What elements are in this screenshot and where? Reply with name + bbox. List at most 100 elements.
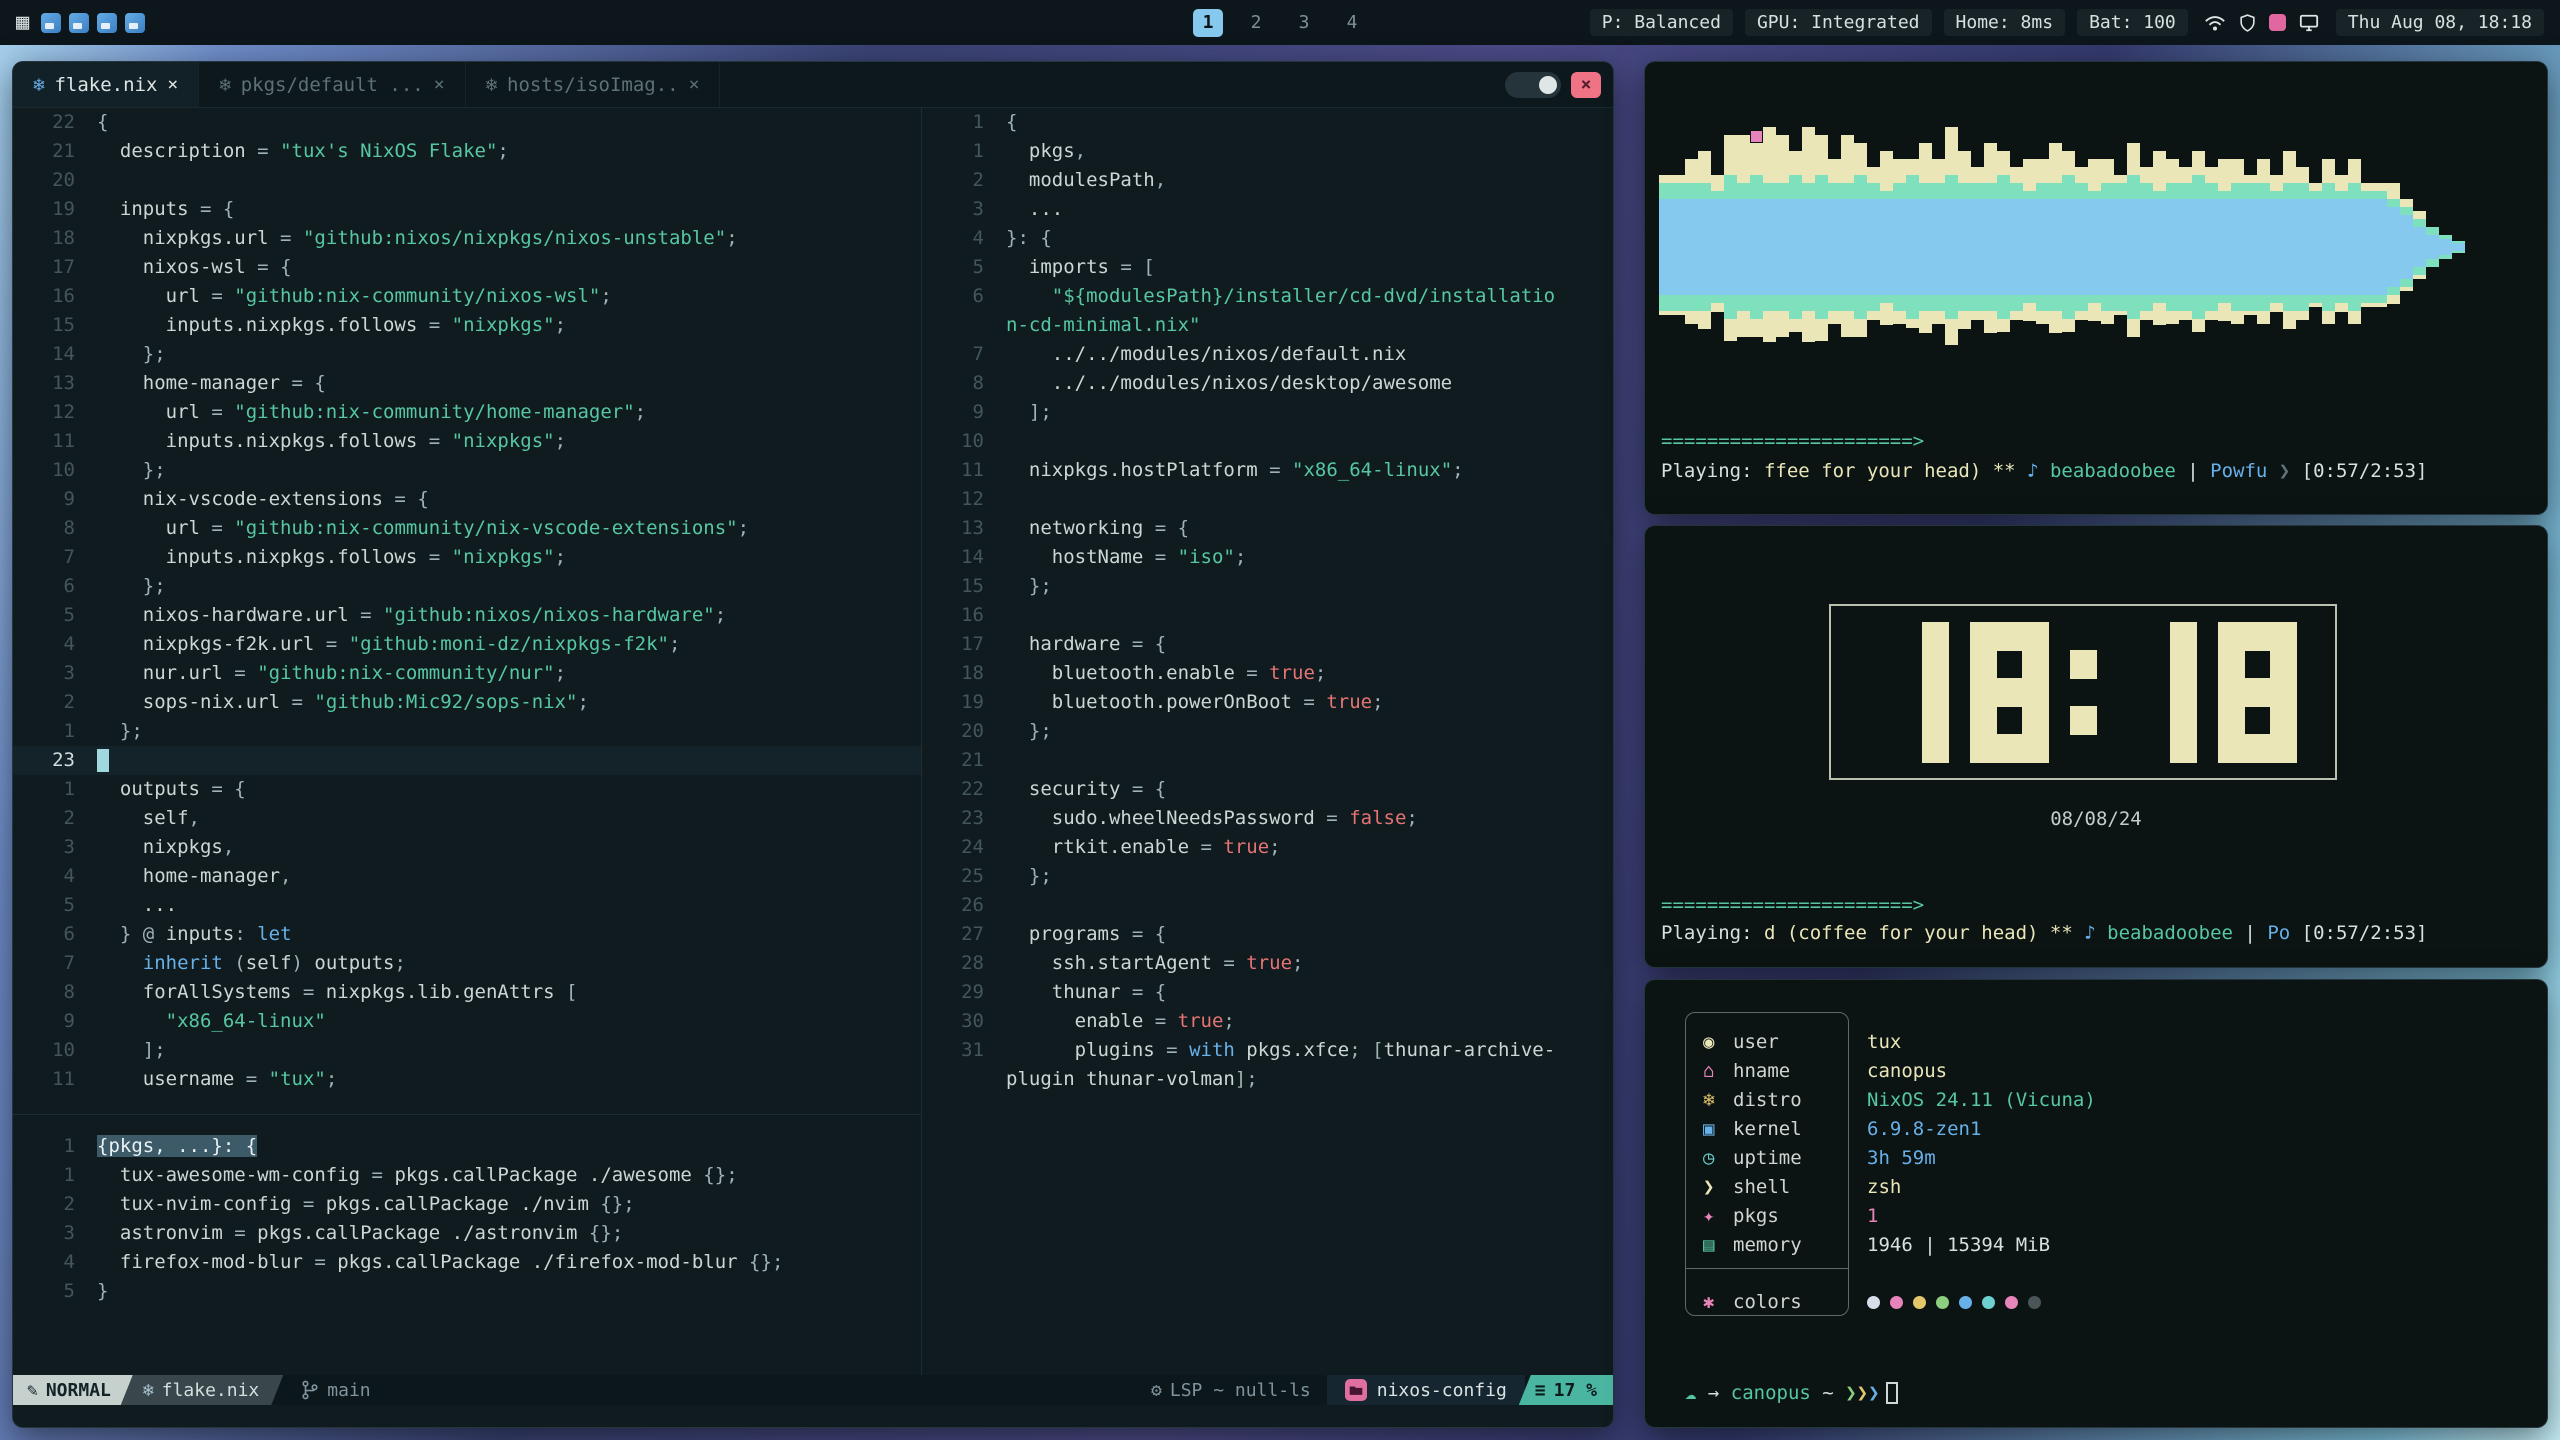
code-line: 4 nixpkgs-f2k.url = "github:moni-dz/nixp… bbox=[13, 630, 921, 659]
text-segment: [0:57/2:53] bbox=[2290, 922, 2427, 944]
launcher-icon[interactable]: ▦ bbox=[16, 10, 29, 35]
code-text: { bbox=[984, 111, 1017, 133]
wifi-icon[interactable] bbox=[2204, 13, 2226, 33]
waveform-column bbox=[2231, 102, 2244, 392]
neovim-window[interactable]: ❄flake.nix×❄pkgs/default ...×❄hosts/isoI… bbox=[13, 62, 1613, 1427]
waveform-segment bbox=[1802, 199, 1815, 295]
code-line: 3 nur.url = "github:nix-community/nur"; bbox=[13, 659, 921, 688]
text-segment: Playing: bbox=[1661, 460, 1764, 482]
waveform-segment bbox=[2140, 199, 2153, 295]
close-tab-icon[interactable]: × bbox=[167, 74, 178, 95]
waveform-segment bbox=[1672, 199, 1685, 295]
editor-tab[interactable]: ❄pkgs/default ...× bbox=[199, 62, 465, 107]
fetch-window[interactable]: ◉usertux⌂hnamecanopus❄distroNixOS 24.11 … bbox=[1645, 980, 2547, 1427]
waveform-column bbox=[1672, 102, 1685, 392]
line-number: 21 bbox=[13, 137, 75, 166]
editor-tab[interactable]: ❄hosts/isoImag..× bbox=[466, 62, 721, 107]
line-number: 23 bbox=[922, 804, 984, 833]
waveform-column bbox=[1789, 102, 1802, 392]
code-line: 6 } @ inputs: let bbox=[13, 920, 921, 949]
waveform-segment bbox=[2452, 243, 2465, 251]
fetch-value: 1946 | 15394 MiB bbox=[1867, 1231, 2050, 1260]
waveform-column bbox=[1854, 102, 1867, 392]
line-number: 4 bbox=[13, 1248, 75, 1277]
line-number: 3 bbox=[13, 659, 75, 688]
digit-cell bbox=[2270, 678, 2297, 707]
shell-prompt[interactable]: ☁ → canopus ~ ❯❯❯ bbox=[1685, 1382, 1898, 1404]
line-number: 19 bbox=[922, 688, 984, 717]
editor-tab[interactable]: ❄flake.nix× bbox=[13, 62, 199, 107]
status-pill[interactable]: Home: 8ms bbox=[1944, 9, 2066, 36]
code-text: bluetooth.powerOnBoot = true; bbox=[984, 691, 1384, 713]
line-number: 14 bbox=[922, 543, 984, 572]
digit-cell bbox=[2170, 706, 2197, 735]
code-text: plugin thunar-volman]; bbox=[984, 1068, 1258, 1090]
waveform-column bbox=[2101, 102, 2114, 392]
clock-digit bbox=[1870, 622, 1948, 762]
pane-pkgs[interactable]: 1{pkgs, ...}: {1 tux-awesome-wm-config =… bbox=[13, 1132, 921, 1306]
waveform-column bbox=[1737, 102, 1750, 392]
close-window-button[interactable]: × bbox=[1571, 72, 1601, 98]
mode-label: NORMAL bbox=[46, 1380, 111, 1401]
terminal-cursor[interactable] bbox=[1886, 1382, 1898, 1404]
close-tab-icon[interactable]: × bbox=[689, 74, 700, 95]
code-line: 3 astronvim = pkgs.callPackage ./astronv… bbox=[13, 1219, 921, 1248]
visualizer-window[interactable]: ======================> Playing: ffee fo… bbox=[1645, 62, 2547, 514]
git-branch[interactable]: main bbox=[283, 1375, 388, 1405]
text-segment: ☁ bbox=[1685, 1382, 1696, 1404]
digit-cell bbox=[2218, 678, 2245, 707]
waveform-column bbox=[2270, 102, 2283, 392]
line-number: 19 bbox=[13, 195, 75, 224]
waveform-segment bbox=[2387, 207, 2400, 287]
line-number: 16 bbox=[922, 601, 984, 630]
display-icon[interactable] bbox=[2298, 13, 2320, 33]
edit-area[interactable]: 22{21 description = "tux's NixOS Flake";… bbox=[13, 108, 1613, 1375]
pane-iso[interactable]: 1{1 pkgs,2 modulesPath,3 ...4}: {5 impor… bbox=[922, 108, 1612, 1094]
code-line: 14 hostName = "iso"; bbox=[922, 543, 1612, 572]
tag-4[interactable]: 4 bbox=[1337, 9, 1367, 37]
waveform-column bbox=[2010, 102, 2023, 392]
lines-icon: ≡ bbox=[1535, 1380, 1546, 1401]
clock-widget[interactable]: Thu Aug 08, 18:18 bbox=[2336, 9, 2544, 36]
fetch-icon-pkgs: ✦ bbox=[1703, 1202, 1714, 1231]
tag-preview[interactable] bbox=[69, 13, 89, 33]
code-line: 7 inputs.nixpkgs.follows = "nixpkgs"; bbox=[13, 543, 921, 572]
waveform-column bbox=[1763, 102, 1776, 392]
tab-label: pkgs/default ... bbox=[241, 74, 424, 96]
color-picker-icon[interactable] bbox=[2269, 14, 2286, 31]
pane-flake[interactable]: 22{21 description = "tux's NixOS Flake";… bbox=[13, 108, 921, 1094]
status-pill[interactable]: GPU: Integrated bbox=[1745, 9, 1932, 36]
fetch-label: user bbox=[1733, 1028, 1779, 1057]
waveform-column bbox=[1906, 102, 1919, 392]
shield-icon[interactable] bbox=[2238, 13, 2257, 33]
digit-cell bbox=[2022, 678, 2049, 707]
toggle-icon[interactable] bbox=[1505, 72, 1561, 98]
tag-preview[interactable] bbox=[97, 13, 117, 33]
line-number: 14 bbox=[13, 340, 75, 369]
tag-1[interactable]: 1 bbox=[1193, 9, 1223, 37]
clock-window[interactable]: 08/08/24 ======================> Playing… bbox=[1645, 526, 2547, 967]
tag-3[interactable]: 3 bbox=[1289, 9, 1319, 37]
code-line: 18 nixpkgs.url = "github:nixos/nixpkgs/n… bbox=[13, 224, 921, 253]
waveform-column bbox=[2283, 102, 2296, 392]
tag-preview[interactable] bbox=[125, 13, 145, 33]
audio-waveform bbox=[1659, 102, 2471, 392]
tag-preview[interactable] bbox=[41, 13, 61, 33]
command-line[interactable] bbox=[13, 1405, 1613, 1427]
tag-2[interactable]: 2 bbox=[1241, 9, 1271, 37]
fetch-row: ✦pkgs1 bbox=[1645, 1202, 2547, 1231]
pane-separator-horizontal[interactable] bbox=[13, 1114, 921, 1115]
close-tab-icon[interactable]: × bbox=[434, 74, 445, 95]
code-line: 16 url = "github:nix-community/nixos-wsl… bbox=[13, 282, 921, 311]
code-text: }; bbox=[984, 720, 1052, 742]
status-pill[interactable]: P: Balanced bbox=[1590, 9, 1733, 36]
digit-cell bbox=[2270, 734, 2297, 763]
code-text: self, bbox=[75, 807, 200, 829]
digit-cell bbox=[2218, 650, 2245, 679]
status-pill[interactable]: Bat: 100 bbox=[2077, 9, 2188, 36]
waveform-segment bbox=[2283, 199, 2296, 295]
waveform-column bbox=[2023, 102, 2036, 392]
fetch-value: NixOS 24.11 (Vicuna) bbox=[1867, 1086, 2096, 1115]
waveform-column bbox=[2361, 102, 2374, 392]
waveform-segment bbox=[1789, 199, 1802, 295]
